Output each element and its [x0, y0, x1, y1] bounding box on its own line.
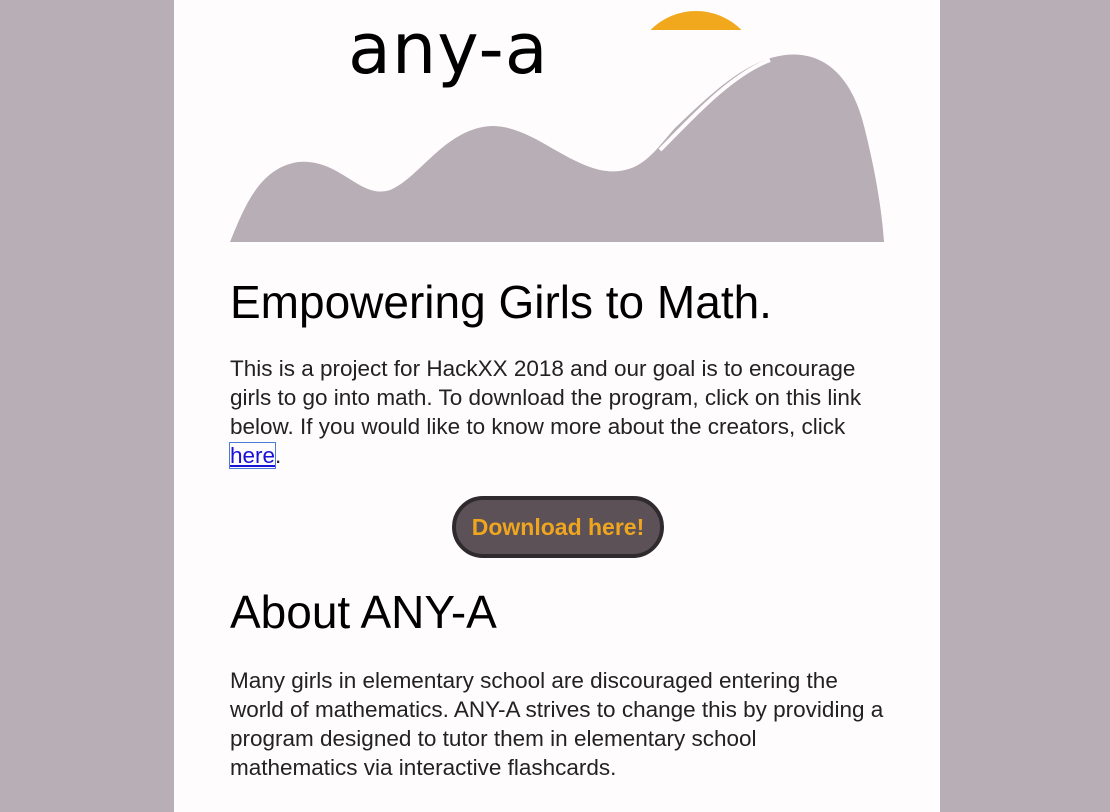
- logo-text: any-a: [348, 8, 549, 90]
- about-heading: About ANY-A: [230, 586, 497, 638]
- hero-heading: Empowering Girls to Math.: [230, 276, 772, 328]
- intro-paragraph: This is a project for HackXX 2018 and ou…: [228, 354, 890, 470]
- creators-link[interactable]: here: [228, 442, 277, 469]
- download-button-wrapper: Download here!: [226, 496, 890, 558]
- mountain-sun-illustration: [230, 11, 884, 244]
- download-button[interactable]: Download here!: [452, 496, 664, 558]
- intro-text-end: .: [275, 443, 282, 468]
- hero-banner: any-a: [230, 0, 884, 244]
- main-content: Empowering Girls to Math. This is a proj…: [228, 272, 890, 782]
- page-container: any-a Empowering Girls to Math. This is …: [174, 0, 940, 812]
- about-paragraph: Many girls in elementary school are disc…: [230, 668, 884, 780]
- mountain-shape: [230, 54, 884, 243]
- intro-text: This is a project for HackXX 2018 and ou…: [230, 356, 862, 439]
